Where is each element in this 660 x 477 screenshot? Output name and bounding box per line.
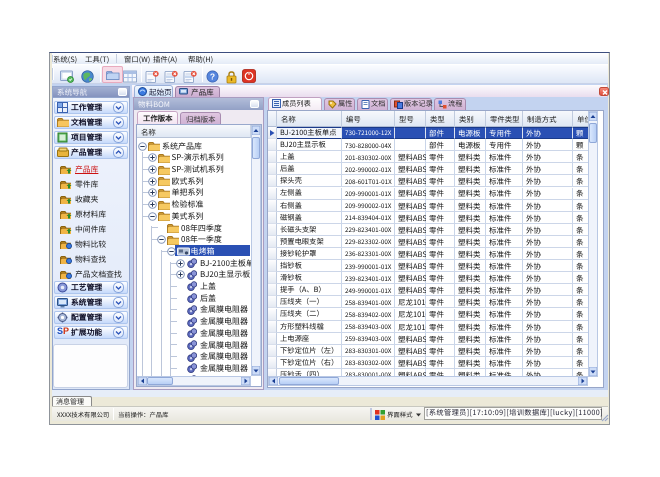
svg-text:?: ? — [210, 72, 215, 82]
